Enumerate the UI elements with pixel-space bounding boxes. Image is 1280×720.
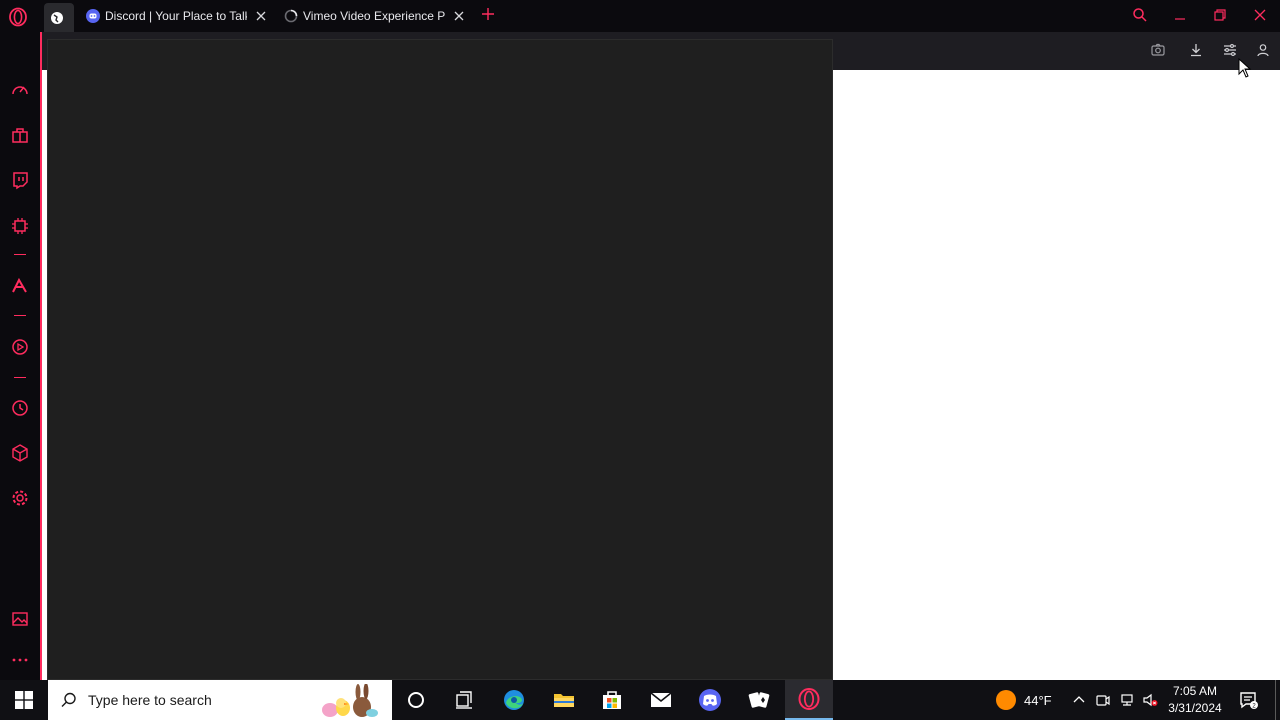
windows-taskbar: Type here to search 44°F 7:05 AM 3/31/20… <box>0 680 1280 720</box>
weather-temperature: 44°F <box>1024 692 1052 708</box>
speed-dial-icon[interactable] <box>10 80 30 100</box>
download-icon[interactable] <box>1188 42 1204 58</box>
taskbar-microsoft-store[interactable] <box>588 680 636 720</box>
store-bag-icon <box>603 691 621 709</box>
tab-strip: Discord | Your Place to Talk Vimeo Video… <box>0 0 1280 32</box>
taskbar-mail[interactable] <box>637 680 685 720</box>
clock-date: 3/31/2024 <box>1168 701 1222 715</box>
close-window-icon[interactable] <box>1252 7 1268 23</box>
more-options-icon[interactable] <box>10 650 30 670</box>
taskbar-solitaire[interactable] <box>735 680 783 720</box>
search-icon <box>61 692 76 707</box>
restore-icon[interactable] <box>1212 7 1228 23</box>
search-placeholder: Type here to search <box>88 692 212 708</box>
tab-active-new[interactable] <box>44 3 74 32</box>
notification-center-icon[interactable]: 2 <box>1238 690 1258 710</box>
edge-icon <box>504 690 524 710</box>
taskbar-clock[interactable]: 7:05 AM 3/31/2024 <box>1162 683 1228 717</box>
tab-title: Vimeo Video Experience Pl <box>303 9 445 23</box>
start-button[interactable] <box>0 680 48 720</box>
sun-icon <box>996 690 1016 710</box>
mouse-cursor-icon <box>1238 58 1252 78</box>
history-clock-icon[interactable] <box>10 398 30 418</box>
tab-search-icon[interactable] <box>1132 7 1148 23</box>
chevron-up-icon[interactable] <box>1071 692 1087 708</box>
task-view-button[interactable] <box>440 680 488 720</box>
aria-icon[interactable] <box>10 276 30 296</box>
windows-logo-icon <box>15 691 33 709</box>
task-view-icon <box>456 691 472 709</box>
minimize-icon[interactable] <box>1172 7 1188 23</box>
mail-envelope-icon <box>650 692 672 707</box>
taskbar-edge[interactable] <box>490 680 538 720</box>
volume-muted-icon[interactable] <box>1142 692 1158 708</box>
gx-corner-icon[interactable] <box>10 125 30 145</box>
close-tab-icon[interactable] <box>255 10 267 22</box>
sidebar-divider <box>14 315 26 316</box>
taskbar-file-explorer[interactable] <box>540 680 588 720</box>
wallpaper-icon[interactable] <box>10 609 30 629</box>
profile-icon[interactable] <box>1255 42 1271 58</box>
discord-icon <box>86 9 100 23</box>
opera-logo-icon[interactable] <box>8 7 28 27</box>
taskbar-discord[interactable] <box>686 680 734 720</box>
sidebar-divider <box>14 254 26 255</box>
blank-popup-panel[interactable] <box>47 39 833 680</box>
weather-widget[interactable]: 44°F <box>996 680 1052 720</box>
taskbar-search-box[interactable]: Type here to search <box>48 680 392 720</box>
taskbar-opera-gx[interactable] <box>785 680 833 720</box>
tab-vimeo[interactable]: Vimeo Video Experience Pl <box>284 3 465 29</box>
solitaire-cards-icon <box>748 692 770 708</box>
easy-setup-icon[interactable] <box>1222 42 1238 58</box>
settings-gear-icon[interactable] <box>10 488 30 508</box>
tab-title: Discord | Your Place to Talk <box>105 9 247 23</box>
tab-discord[interactable]: Discord | Your Place to Talk <box>86 3 267 29</box>
globe-icon <box>50 11 63 24</box>
cortana-button[interactable] <box>392 680 440 720</box>
network-icon[interactable] <box>1119 692 1135 708</box>
close-tab-icon[interactable] <box>453 10 465 22</box>
extensions-cube-icon[interactable] <box>10 443 30 463</box>
easter-bunny-icon <box>322 684 378 717</box>
twitch-icon[interactable] <box>10 170 30 190</box>
new-tab-plus-icon[interactable] <box>480 6 496 22</box>
meet-now-icon[interactable] <box>1095 692 1111 708</box>
folder-icon <box>554 694 574 707</box>
clock-time: 7:05 AM <box>1172 684 1218 698</box>
sidebar <box>0 32 40 680</box>
gx-control-icon[interactable] <box>10 216 30 236</box>
desktop-screen: Discord | Your Place to Talk Vimeo Video… <box>0 0 1280 720</box>
loading-spinner-icon <box>284 9 298 23</box>
discord-icon <box>699 689 721 711</box>
cortana-ring-icon <box>408 692 424 708</box>
player-icon[interactable] <box>10 337 30 357</box>
opera-gx-icon <box>798 688 820 710</box>
show-desktop-button[interactable] <box>1275 680 1276 720</box>
sidebar-divider <box>14 377 26 378</box>
camera-icon[interactable] <box>1150 42 1166 58</box>
